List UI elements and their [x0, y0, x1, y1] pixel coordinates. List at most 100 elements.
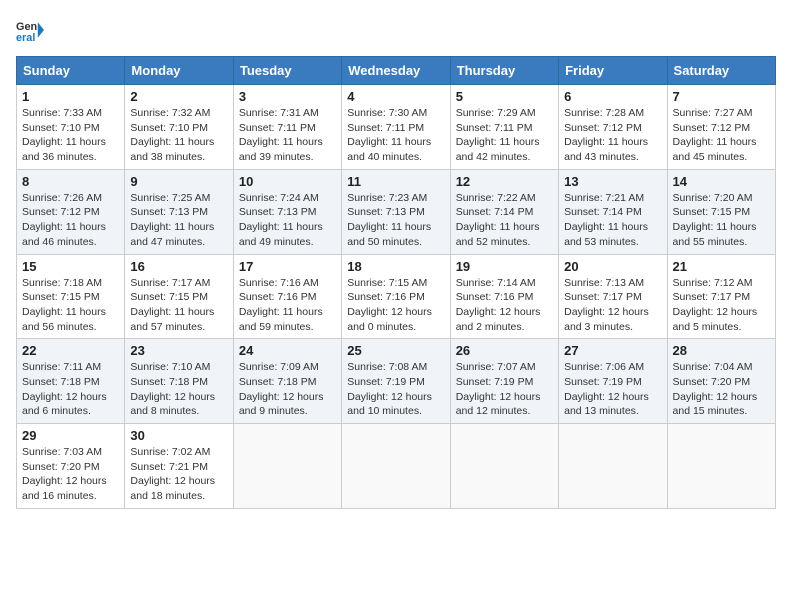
- day-number: 5: [456, 89, 553, 104]
- calendar-cell: [233, 424, 341, 509]
- day-info: Sunrise: 7:25 AM Sunset: 7:13 PM Dayligh…: [130, 191, 227, 250]
- day-info: Sunrise: 7:04 AM Sunset: 7:20 PM Dayligh…: [673, 360, 770, 419]
- page-header: Gen eral: [16, 16, 776, 44]
- calendar-week-row: 29 Sunrise: 7:03 AM Sunset: 7:20 PM Dayl…: [17, 424, 776, 509]
- day-number: 13: [564, 174, 661, 189]
- day-number: 29: [22, 428, 119, 443]
- calendar-cell: [450, 424, 558, 509]
- day-info: Sunrise: 7:13 AM Sunset: 7:17 PM Dayligh…: [564, 276, 661, 335]
- calendar-cell: 29 Sunrise: 7:03 AM Sunset: 7:20 PM Dayl…: [17, 424, 125, 509]
- calendar-cell: 11 Sunrise: 7:23 AM Sunset: 7:13 PM Dayl…: [342, 169, 450, 254]
- weekday-header-cell: Saturday: [667, 57, 775, 85]
- day-info: Sunrise: 7:11 AM Sunset: 7:18 PM Dayligh…: [22, 360, 119, 419]
- calendar-cell: 28 Sunrise: 7:04 AM Sunset: 7:20 PM Dayl…: [667, 339, 775, 424]
- weekday-header-cell: Friday: [559, 57, 667, 85]
- day-number: 11: [347, 174, 444, 189]
- calendar-cell: 20 Sunrise: 7:13 AM Sunset: 7:17 PM Dayl…: [559, 254, 667, 339]
- day-number: 20: [564, 259, 661, 274]
- day-info: Sunrise: 7:22 AM Sunset: 7:14 PM Dayligh…: [456, 191, 553, 250]
- weekday-header-cell: Wednesday: [342, 57, 450, 85]
- day-number: 6: [564, 89, 661, 104]
- day-info: Sunrise: 7:18 AM Sunset: 7:15 PM Dayligh…: [22, 276, 119, 335]
- day-info: Sunrise: 7:06 AM Sunset: 7:19 PM Dayligh…: [564, 360, 661, 419]
- calendar-cell: 22 Sunrise: 7:11 AM Sunset: 7:18 PM Dayl…: [17, 339, 125, 424]
- day-number: 30: [130, 428, 227, 443]
- day-info: Sunrise: 7:33 AM Sunset: 7:10 PM Dayligh…: [22, 106, 119, 165]
- calendar-week-row: 1 Sunrise: 7:33 AM Sunset: 7:10 PM Dayli…: [17, 85, 776, 170]
- day-info: Sunrise: 7:21 AM Sunset: 7:14 PM Dayligh…: [564, 191, 661, 250]
- weekday-header-cell: Sunday: [17, 57, 125, 85]
- day-number: 22: [22, 343, 119, 358]
- day-number: 8: [22, 174, 119, 189]
- day-info: Sunrise: 7:30 AM Sunset: 7:11 PM Dayligh…: [347, 106, 444, 165]
- logo: Gen eral: [16, 16, 48, 44]
- day-number: 12: [456, 174, 553, 189]
- day-number: 16: [130, 259, 227, 274]
- calendar-cell: 26 Sunrise: 7:07 AM Sunset: 7:19 PM Dayl…: [450, 339, 558, 424]
- day-number: 7: [673, 89, 770, 104]
- calendar-cell: [342, 424, 450, 509]
- day-number: 28: [673, 343, 770, 358]
- day-number: 14: [673, 174, 770, 189]
- day-number: 10: [239, 174, 336, 189]
- day-info: Sunrise: 7:28 AM Sunset: 7:12 PM Dayligh…: [564, 106, 661, 165]
- calendar-cell: 8 Sunrise: 7:26 AM Sunset: 7:12 PM Dayli…: [17, 169, 125, 254]
- calendar-cell: 13 Sunrise: 7:21 AM Sunset: 7:14 PM Dayl…: [559, 169, 667, 254]
- calendar-cell: [667, 424, 775, 509]
- day-info: Sunrise: 7:17 AM Sunset: 7:15 PM Dayligh…: [130, 276, 227, 335]
- day-number: 17: [239, 259, 336, 274]
- calendar-cell: 19 Sunrise: 7:14 AM Sunset: 7:16 PM Dayl…: [450, 254, 558, 339]
- day-number: 25: [347, 343, 444, 358]
- calendar-cell: 7 Sunrise: 7:27 AM Sunset: 7:12 PM Dayli…: [667, 85, 775, 170]
- calendar-cell: 12 Sunrise: 7:22 AM Sunset: 7:14 PM Dayl…: [450, 169, 558, 254]
- day-number: 24: [239, 343, 336, 358]
- calendar-cell: 15 Sunrise: 7:18 AM Sunset: 7:15 PM Dayl…: [17, 254, 125, 339]
- day-info: Sunrise: 7:12 AM Sunset: 7:17 PM Dayligh…: [673, 276, 770, 335]
- day-info: Sunrise: 7:10 AM Sunset: 7:18 PM Dayligh…: [130, 360, 227, 419]
- calendar-cell: 23 Sunrise: 7:10 AM Sunset: 7:18 PM Dayl…: [125, 339, 233, 424]
- day-info: Sunrise: 7:26 AM Sunset: 7:12 PM Dayligh…: [22, 191, 119, 250]
- day-number: 3: [239, 89, 336, 104]
- day-info: Sunrise: 7:08 AM Sunset: 7:19 PM Dayligh…: [347, 360, 444, 419]
- calendar-cell: 4 Sunrise: 7:30 AM Sunset: 7:11 PM Dayli…: [342, 85, 450, 170]
- calendar-cell: 3 Sunrise: 7:31 AM Sunset: 7:11 PM Dayli…: [233, 85, 341, 170]
- day-info: Sunrise: 7:14 AM Sunset: 7:16 PM Dayligh…: [456, 276, 553, 335]
- calendar-week-row: 15 Sunrise: 7:18 AM Sunset: 7:15 PM Dayl…: [17, 254, 776, 339]
- weekday-header-cell: Monday: [125, 57, 233, 85]
- day-number: 21: [673, 259, 770, 274]
- day-number: 4: [347, 89, 444, 104]
- calendar-cell: 27 Sunrise: 7:06 AM Sunset: 7:19 PM Dayl…: [559, 339, 667, 424]
- calendar-cell: 10 Sunrise: 7:24 AM Sunset: 7:13 PM Dayl…: [233, 169, 341, 254]
- calendar-cell: 1 Sunrise: 7:33 AM Sunset: 7:10 PM Dayli…: [17, 85, 125, 170]
- day-info: Sunrise: 7:02 AM Sunset: 7:21 PM Dayligh…: [130, 445, 227, 504]
- day-number: 26: [456, 343, 553, 358]
- day-number: 9: [130, 174, 227, 189]
- calendar-cell: 24 Sunrise: 7:09 AM Sunset: 7:18 PM Dayl…: [233, 339, 341, 424]
- day-info: Sunrise: 7:23 AM Sunset: 7:13 PM Dayligh…: [347, 191, 444, 250]
- calendar-cell: 5 Sunrise: 7:29 AM Sunset: 7:11 PM Dayli…: [450, 85, 558, 170]
- day-info: Sunrise: 7:07 AM Sunset: 7:19 PM Dayligh…: [456, 360, 553, 419]
- day-number: 2: [130, 89, 227, 104]
- day-info: Sunrise: 7:27 AM Sunset: 7:12 PM Dayligh…: [673, 106, 770, 165]
- weekday-header-cell: Thursday: [450, 57, 558, 85]
- calendar-cell: [559, 424, 667, 509]
- day-info: Sunrise: 7:29 AM Sunset: 7:11 PM Dayligh…: [456, 106, 553, 165]
- logo-icon: Gen eral: [16, 16, 44, 44]
- day-info: Sunrise: 7:03 AM Sunset: 7:20 PM Dayligh…: [22, 445, 119, 504]
- calendar-cell: 14 Sunrise: 7:20 AM Sunset: 7:15 PM Dayl…: [667, 169, 775, 254]
- day-number: 1: [22, 89, 119, 104]
- day-info: Sunrise: 7:31 AM Sunset: 7:11 PM Dayligh…: [239, 106, 336, 165]
- calendar-cell: 6 Sunrise: 7:28 AM Sunset: 7:12 PM Dayli…: [559, 85, 667, 170]
- day-info: Sunrise: 7:24 AM Sunset: 7:13 PM Dayligh…: [239, 191, 336, 250]
- day-number: 18: [347, 259, 444, 274]
- day-number: 23: [130, 343, 227, 358]
- weekday-header-cell: Tuesday: [233, 57, 341, 85]
- day-info: Sunrise: 7:15 AM Sunset: 7:16 PM Dayligh…: [347, 276, 444, 335]
- day-info: Sunrise: 7:09 AM Sunset: 7:18 PM Dayligh…: [239, 360, 336, 419]
- calendar-cell: 9 Sunrise: 7:25 AM Sunset: 7:13 PM Dayli…: [125, 169, 233, 254]
- weekday-header-row: SundayMondayTuesdayWednesdayThursdayFrid…: [17, 57, 776, 85]
- calendar-week-row: 8 Sunrise: 7:26 AM Sunset: 7:12 PM Dayli…: [17, 169, 776, 254]
- day-number: 27: [564, 343, 661, 358]
- calendar-cell: 18 Sunrise: 7:15 AM Sunset: 7:16 PM Dayl…: [342, 254, 450, 339]
- day-info: Sunrise: 7:16 AM Sunset: 7:16 PM Dayligh…: [239, 276, 336, 335]
